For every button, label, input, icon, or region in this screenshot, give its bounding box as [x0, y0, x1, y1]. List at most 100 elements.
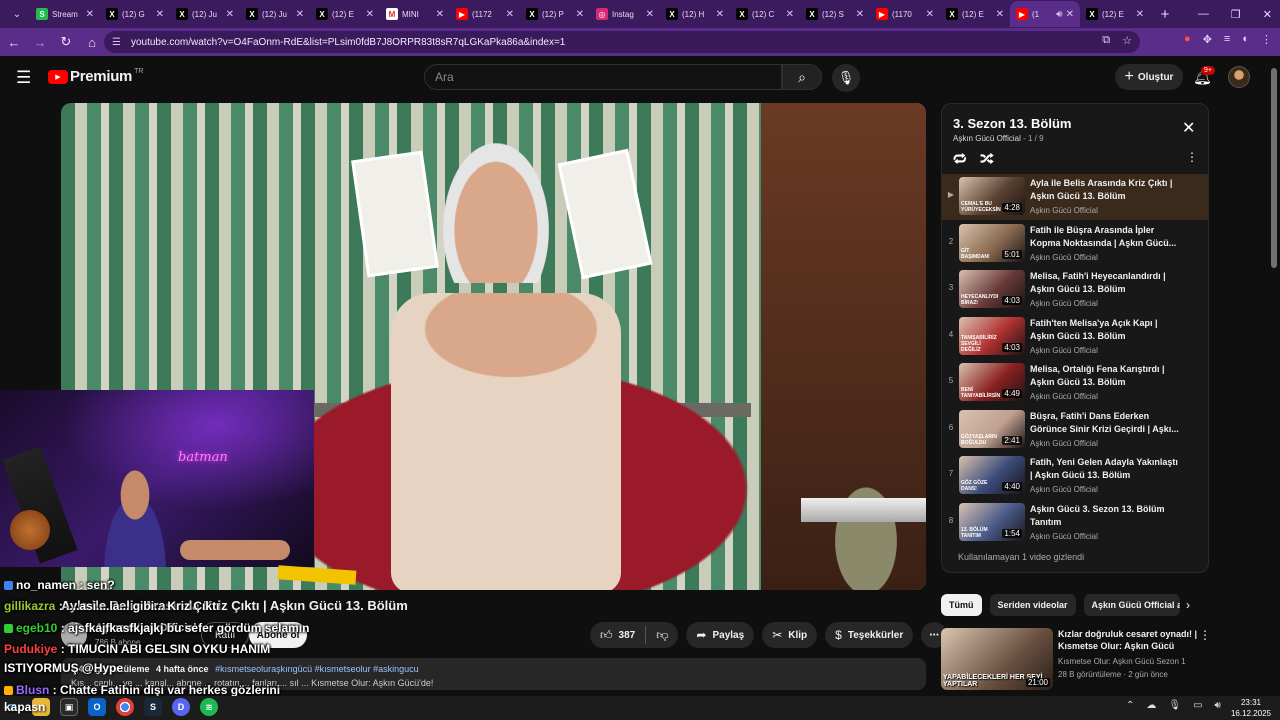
close-tab-icon[interactable]: ✕	[436, 9, 444, 20]
voice-search-icon[interactable]: 🎙︎	[832, 64, 860, 92]
close-tab-icon[interactable]: ✕	[86, 9, 94, 20]
playlist-thumbnail[interactable]: GÖZYAŞLARIN BOĞULDU 2:41	[959, 409, 1025, 448]
playlist-item[interactable]: ▶ CEMAL'E BU YÜRÜYECEKSİN 4:28 Ayla ile Bel…	[942, 174, 1208, 220]
account-avatar[interactable]	[1228, 66, 1250, 88]
playlist-item-title[interactable]: Fatih'ten Melisa'ya Açık Kapı | Aşkın Gü…	[1030, 317, 1180, 343]
playlist-item[interactable]: 2 GİT BAŞIMDAN! 5:01 Fatih ile Büşra Arasın…	[942, 221, 1208, 267]
site-info-icon[interactable]: ☰	[112, 37, 121, 48]
reload-icon[interactable]: ↻	[54, 30, 78, 54]
close-tab-icon[interactable]: ✕	[506, 9, 514, 20]
back-icon[interactable]: ←	[2, 30, 26, 54]
playlist-item-title[interactable]: Melisa, Fatih'i Heyecanlandırdı | Aşkın …	[1030, 270, 1180, 296]
playlist-thumbnail[interactable]: HEYECANLIYDI BİRAZ! 4:03	[959, 270, 1025, 308]
hashtags[interactable]: #kısmetseoluraşkıngücü #kısmetseolur #as…	[215, 664, 419, 674]
close-tab-icon[interactable]: ✕	[576, 9, 584, 20]
scrollbar-thumb[interactable]	[1271, 68, 1277, 268]
loop-icon[interactable]: 🔁︎	[953, 148, 967, 169]
browser-tab[interactable]: X (12) Ju ✕	[240, 1, 310, 27]
close-tab-icon[interactable]: ✕	[156, 9, 164, 20]
chip-series[interactable]: Seriden videolar	[989, 594, 1076, 616]
close-tab-icon[interactable]: ✕	[716, 9, 724, 20]
install-app-icon[interactable]: ⧉	[1102, 34, 1110, 47]
thanks-button[interactable]: $ Teşekkürler	[825, 622, 914, 648]
recommended-channel[interactable]: Kısmetse Olur: Aşkın Gücü Sezon 1	[1058, 657, 1186, 666]
bookmark-star-icon[interactable]: ☆	[1122, 34, 1132, 47]
close-tab-icon[interactable]: ✕	[926, 9, 934, 20]
recommended-title[interactable]: Kızlar doğruluk cesaret oynadı! | Kısmet…	[1058, 628, 1198, 652]
tray-chevron-icon[interactable]: ⌃	[1126, 700, 1134, 711]
restore-icon[interactable]: ❐	[1231, 8, 1241, 21]
dislike-button[interactable]: 👎︎	[646, 622, 678, 648]
browser-tab[interactable]: X (12) C ✕	[730, 1, 800, 27]
playlist-thumbnail[interactable]: TANIŞABİLİRİZ SEVGİLİ DEĞİLİZ 4:03	[959, 316, 1025, 355]
browser-tab[interactable]: X (12) H ✕	[660, 1, 730, 27]
extension-icon[interactable]: ●	[1184, 33, 1191, 46]
playlist-item-title[interactable]: Melisa, Ortalığı Fena Karıştırdı | Aşkın…	[1030, 363, 1180, 389]
close-tab-icon[interactable]: ✕	[226, 9, 234, 20]
browser-tab[interactable]: X (12) E ✕	[1080, 1, 1150, 27]
close-tab-icon[interactable]: ✕	[296, 9, 304, 20]
playlist-item[interactable]: 3 HEYECANLIYDI BİRAZ! 4:03 Melisa, Fatih'i …	[942, 267, 1208, 313]
close-tab-icon[interactable]: ✕	[1066, 9, 1074, 20]
playlist-item[interactable]: 8 13. BÖLÜM TANITIM 1:54 Aşkın Gücü 3. Sezo…	[942, 500, 1208, 546]
chip-channel[interactable]: Aşkın Gücü Official a	[1083, 594, 1180, 616]
playlist-menu-icon[interactable]: ⋮	[1186, 150, 1198, 164]
playlist-item-title[interactable]: Fatih ile Büşra Arasında İpler Kopma Nok…	[1030, 224, 1180, 250]
tab-search-icon[interactable]: ⌄	[4, 3, 30, 25]
guide-menu-icon[interactable]: ☰	[16, 68, 31, 88]
browser-tab[interactable]: X (12) P ✕	[520, 1, 590, 27]
new-tab-button[interactable]: +	[1154, 6, 1176, 23]
tab-audio-icon[interactable]: 🔊︎	[1056, 9, 1062, 20]
shuffle-icon[interactable]: 🔀︎	[980, 148, 994, 169]
playlist-item[interactable]: 7 GÖZ GÖZE DANS! 4:40 Fatih, Yeni Gelen Ada…	[942, 453, 1208, 499]
taskbar-clock[interactable]: 23:31 16.12.2025	[1226, 697, 1276, 719]
create-button[interactable]: + Oluştur	[1115, 64, 1183, 90]
playlist-item[interactable]: 5 BENİ TANIYABİLİRSİN 4:49 Melisa, Ortalığı…	[942, 360, 1208, 406]
browser-tab[interactable]: X (12) Ju ✕	[170, 1, 240, 27]
close-tab-icon[interactable]: ✕	[786, 9, 794, 20]
playlist-item[interactable]: 6 GÖZYAŞLARIN BOĞULDU 2:41 Büşra, Fatih'i D…	[942, 407, 1208, 453]
close-window-icon[interactable]: ✕	[1263, 8, 1272, 21]
playlist-item[interactable]: 4 TANIŞABİLİRİZ SEVGİLİ DEĞİLİZ 4:03 Fatih'…	[942, 314, 1208, 360]
mic-tray-icon[interactable]: 🎙︎	[1168, 700, 1181, 711]
onedrive-icon[interactable]: ☁	[1146, 700, 1156, 711]
recommended-video[interactable]: YAPABİLECEKLERİ HER ŞEYİ YAPTILAR 21:00 …	[941, 628, 1211, 690]
close-tab-icon[interactable]: ✕	[1136, 9, 1144, 20]
extensions-puzzle-icon[interactable]: ✥	[1203, 33, 1212, 46]
address-bar[interactable]: ☰ youtube.com/watch?v=O4FaOnm-RdE&list=P…	[104, 31, 1140, 53]
steam-icon[interactable]: S	[144, 698, 162, 716]
store-icon[interactable]: ▣	[60, 698, 78, 716]
network-icon[interactable]: ▭	[1193, 700, 1202, 711]
playlist-thumbnail[interactable]: GİT BAŞIMDAN! 5:01	[959, 223, 1025, 262]
like-button[interactable]: 👍︎ 387	[590, 622, 645, 648]
home-icon[interactable]: ⌂	[80, 30, 104, 54]
outlook-icon[interactable]: O	[88, 698, 106, 716]
minimize-icon[interactable]: —	[1198, 8, 1209, 20]
playlist-thumbnail[interactable]: CEMAL'E BU YÜRÜYECEKSİN 4:28	[959, 177, 1025, 215]
clip-button[interactable]: ✂ Klip	[762, 622, 818, 648]
browser-tab[interactable]: ◎ Instag ✕	[590, 1, 660, 27]
page-scrollbar[interactable]	[1270, 56, 1278, 696]
browser-tab[interactable]: X (12) G ✕	[100, 1, 170, 27]
profile-icon[interactable]: ◐	[1242, 33, 1249, 46]
chip-all[interactable]: Tümü	[941, 594, 982, 616]
browser-tab[interactable]: ▶ (1170 ✕	[870, 1, 940, 27]
close-tab-icon[interactable]: ✕	[366, 9, 374, 20]
playlist-title[interactable]: 3. Sezon 13. Bölüm	[953, 116, 1071, 131]
playlist-thumbnail[interactable]: 13. BÖLÜM TANITIM 1:54	[959, 502, 1025, 541]
browser-tab[interactable]: X (12) S ✕	[800, 1, 870, 27]
close-tab-icon[interactable]: ✕	[646, 9, 654, 20]
search-icon[interactable]: ⌕	[782, 64, 822, 90]
browser-tab[interactable]: S Stream ✕	[30, 1, 100, 27]
playlist-item-title[interactable]: Büşra, Fatih'i Dans Ederken Görünce Sini…	[1030, 410, 1180, 436]
browser-tab[interactable]: ▶ (1 🔊︎ ✕	[1010, 1, 1080, 27]
browser-tab[interactable]: ▶ (1172 ✕	[450, 1, 520, 27]
search-input[interactable]: Ara	[424, 64, 782, 90]
playlist-item-title[interactable]: Fatih, Yeni Gelen Adayla Yakınlaştı | Aş…	[1030, 456, 1180, 482]
share-button[interactable]: ➦ Paylaş	[686, 622, 755, 648]
close-playlist-icon[interactable]: ✕	[1182, 118, 1195, 138]
close-tab-icon[interactable]: ✕	[996, 9, 1004, 20]
volume-icon[interactable]: 🔊︎	[1215, 700, 1221, 711]
browser-menu-icon[interactable]: ⋮	[1261, 33, 1272, 46]
youtube-premium-logo[interactable]: ▶ Premium TR	[48, 68, 143, 85]
